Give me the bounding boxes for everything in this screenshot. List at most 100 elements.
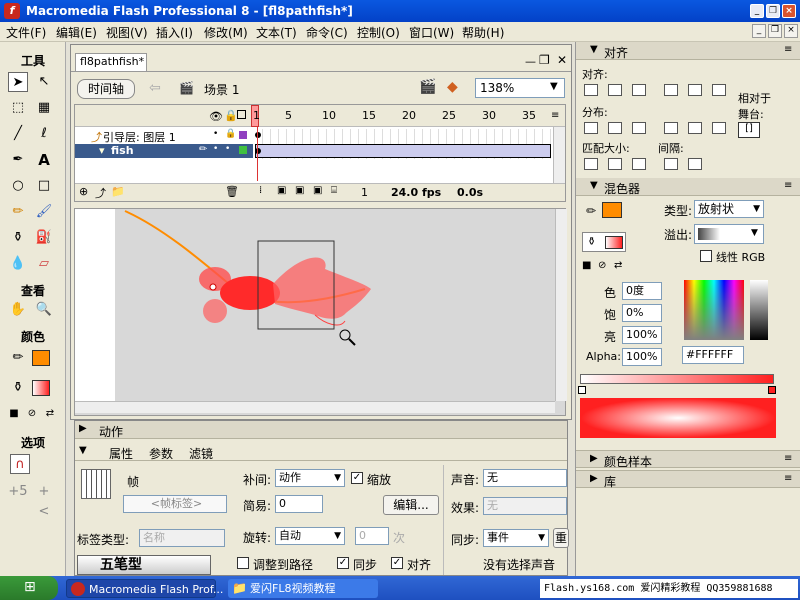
align-right-icon[interactable] — [632, 84, 646, 96]
menu-file[interactable]: 文件(F) — [6, 24, 46, 41]
flash-app-icon[interactable]: f — [4, 3, 20, 19]
menu-view[interactable]: 视图(V) — [106, 24, 148, 41]
distribute-left-icon[interactable] — [664, 122, 678, 134]
distribute-hcenter-icon[interactable] — [688, 122, 702, 134]
outline-icon[interactable] — [237, 110, 246, 119]
ime-toolbar[interactable]: 五笔型 — [77, 555, 211, 575]
menu-modify[interactable]: 修改(M) — [204, 24, 248, 41]
distribute-bottom-icon[interactable] — [632, 122, 646, 134]
straighten-icon[interactable]: +< — [34, 482, 54, 519]
match-both-icon[interactable] — [632, 158, 646, 170]
rotate-times-input[interactable]: 0 — [355, 527, 389, 545]
relative-to-stage-button[interactable]: [] — [738, 122, 760, 138]
library-header[interactable]: ▶ 库 ≡ — [576, 470, 800, 489]
lock-icon[interactable]: 🔒 — [224, 109, 238, 122]
menu-control[interactable]: 控制(O) — [357, 24, 400, 41]
swap-colors-icon[interactable]: ⇄ — [40, 404, 60, 424]
eyedropper-tool-icon[interactable]: 💧 — [8, 254, 28, 274]
onion-outline-icon[interactable]: ▣ — [295, 185, 304, 196]
align-vcenter-icon[interactable] — [688, 84, 702, 96]
panel-menu-icon[interactable]: ≡ — [784, 473, 792, 484]
actions-header[interactable]: ▶ 动作 — [75, 421, 567, 439]
swap-colors-icon[interactable]: ⇄ — [614, 260, 622, 271]
panel-menu-icon[interactable]: ≡ — [784, 180, 792, 191]
overflow-select[interactable]: ▼ — [694, 224, 764, 244]
tween-select[interactable]: 动作 ▼ — [275, 469, 345, 487]
minimize-button[interactable]: _ — [750, 4, 764, 18]
panel-menu-icon[interactable]: ≡ — [784, 453, 792, 464]
menu-insert[interactable]: 插入(I) — [156, 24, 193, 41]
linear-rgb-checkbox[interactable] — [700, 250, 712, 262]
align-bottom-icon[interactable] — [712, 84, 726, 96]
free-transform-tool-icon[interactable]: ⬚ — [8, 98, 28, 118]
match-width-icon[interactable] — [584, 158, 598, 170]
text-tool-icon[interactable]: A — [34, 150, 54, 170]
label-type-select[interactable]: 名称 — [139, 529, 225, 547]
color-spectrum[interactable] — [684, 280, 744, 340]
repeat-select[interactable]: 重 — [553, 528, 569, 548]
doc-restore-button[interactable]: ❐ — [768, 24, 782, 38]
hand-tool-icon[interactable]: ✋ — [8, 300, 28, 320]
collapse-arrow-icon[interactable]: ▼ — [79, 445, 87, 456]
gradient-stop-right[interactable] — [768, 386, 776, 394]
saturation-input[interactable]: 0% — [622, 304, 662, 322]
panel-restore-icon[interactable]: ❐ — [539, 53, 550, 67]
tween-span[interactable] — [255, 144, 551, 158]
match-height-icon[interactable] — [608, 158, 622, 170]
stage-canvas[interactable] — [75, 209, 555, 401]
ease-input[interactable]: 0 — [275, 495, 323, 513]
sync-select[interactable]: 事件 ▼ — [483, 529, 549, 547]
taskbar-item-flash[interactable]: Macromedia Flash Prof... — [66, 579, 223, 598]
tab-filters[interactable]: 滤镜 — [189, 445, 213, 462]
alpha-input[interactable]: 100% — [622, 348, 662, 366]
align-top-icon[interactable] — [664, 84, 678, 96]
menu-commands[interactable]: 命令(C) — [306, 24, 348, 41]
edit-multiple-icon[interactable]: ▣ — [313, 185, 322, 196]
align-panel-header[interactable]: ▼ 对齐 ≡ — [576, 42, 800, 60]
doc-close-button[interactable]: × — [784, 24, 798, 38]
timeline-toggle-button[interactable]: 时间轴 — [77, 79, 135, 99]
align-hcenter-icon[interactable] — [608, 84, 622, 96]
stage-hscroll[interactable] — [75, 401, 555, 413]
no-color-icon[interactable]: ⊘ — [22, 404, 42, 424]
edit-symbols-icon[interactable]: ◆ — [447, 79, 458, 95]
mixer-stroke-swatch[interactable] — [602, 202, 622, 218]
menu-edit[interactable]: 编辑(E) — [56, 24, 97, 41]
scale-checkbox[interactable]: ✓ — [351, 472, 363, 484]
fill-color-swatch[interactable] — [32, 380, 50, 396]
menu-text[interactable]: 文本(T) — [256, 24, 297, 41]
lock-icon[interactable]: 🔒 — [225, 129, 236, 139]
fill-transform-tool-icon[interactable]: ▦ — [34, 98, 54, 118]
black-white-icon[interactable]: ■ — [582, 260, 591, 271]
rectangle-tool-icon[interactable]: □ — [34, 176, 54, 196]
panel-minimize-icon[interactable]: — — [525, 55, 536, 68]
add-folder-icon[interactable]: 📁 — [111, 185, 125, 198]
space-vertical-icon[interactable] — [664, 158, 678, 170]
back-arrow-icon[interactable]: ⇦ — [149, 80, 161, 96]
paint-bucket-tool-icon[interactable]: ⛽ — [34, 228, 54, 248]
distribute-right-icon[interactable] — [712, 122, 726, 134]
swatches-header[interactable]: ▶ 颜色样本 ≡ — [576, 450, 800, 469]
brush-tool-icon[interactable]: 🖌 — [34, 202, 54, 222]
add-guide-icon[interactable]: ⤴ — [95, 185, 106, 201]
timeline-menu-icon[interactable]: ≡ — [551, 110, 559, 121]
doc-minimize-button[interactable]: _ — [752, 24, 766, 38]
menu-window[interactable]: 窗口(W) — [409, 24, 454, 41]
stage-vscroll[interactable] — [555, 209, 567, 401]
hue-input[interactable]: 0度 — [622, 282, 662, 300]
orient-to-path-checkbox[interactable] — [237, 557, 249, 569]
panel-menu-icon[interactable]: ≡ — [784, 44, 792, 55]
gradient-bar[interactable] — [580, 374, 774, 384]
onion-markers-icon[interactable]: ⌸ — [331, 185, 337, 196]
distribute-vcenter-icon[interactable] — [608, 122, 622, 134]
start-button[interactable]: ⊞ — [0, 576, 58, 600]
lasso-tool-icon[interactable]: ℓ — [34, 124, 54, 144]
edit-scene-icon[interactable]: 🎬 — [419, 79, 436, 95]
zoom-select[interactable]: 138% ▼ — [475, 78, 565, 98]
space-horizontal-icon[interactable] — [688, 158, 702, 170]
eraser-tool-icon[interactable]: ▱ — [34, 254, 54, 274]
center-frame-icon[interactable]: ⁞ — [259, 185, 262, 196]
tab-properties[interactable]: 属性 — [109, 445, 133, 462]
effect-select[interactable]: 无 — [483, 497, 567, 515]
selection-tool-icon[interactable]: ➤ — [8, 72, 28, 92]
